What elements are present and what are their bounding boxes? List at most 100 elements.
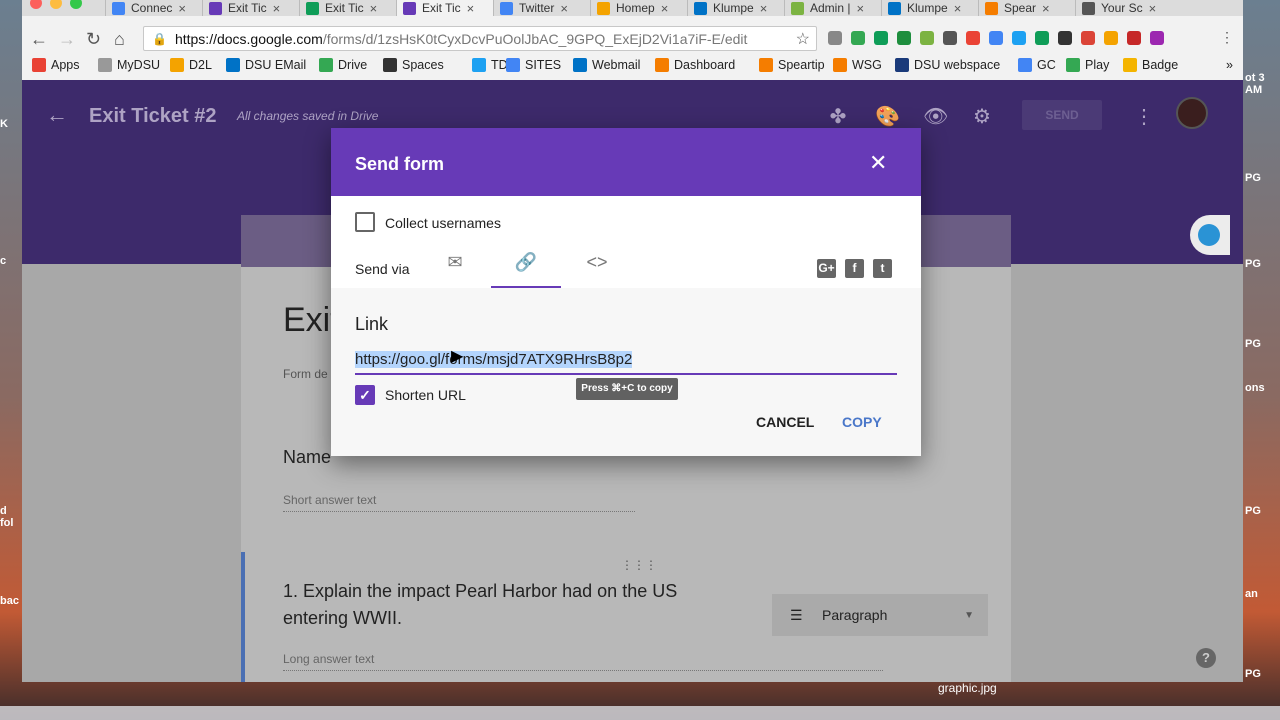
close-tab-icon[interactable]: ×: [370, 1, 378, 16]
outlook-icon: [694, 1, 707, 15]
bookmark-item[interactable]: Drive: [319, 58, 367, 72]
browser-tab[interactable]: Spear ×: [978, 0, 1075, 16]
send-via-email-tab[interactable]: ✉: [420, 252, 490, 288]
addons-puzzle-icon[interactable]: ✤: [827, 104, 849, 128]
drag-handle-icon[interactable]: ⋮⋮⋮: [621, 558, 657, 572]
extension-icon[interactable]: [989, 31, 1003, 45]
bookmark-item[interactable]: Dashboard: [655, 58, 735, 72]
extension-icon[interactable]: [966, 31, 980, 45]
twitter-icon: [472, 58, 486, 72]
question-name[interactable]: Name: [283, 447, 331, 468]
palette-icon[interactable]: 🎨: [875, 104, 900, 128]
close-tab-icon[interactable]: ×: [467, 1, 475, 16]
extension-icon[interactable]: [1012, 31, 1026, 45]
close-tab-icon[interactable]: ×: [856, 1, 864, 16]
bookmark-label: Speartip: [778, 58, 825, 72]
back-arrow-icon[interactable]: ←: [30, 29, 48, 50]
close-tab-icon[interactable]: ×: [954, 1, 962, 16]
settings-gear-icon[interactable]: ⚙: [971, 104, 993, 128]
facebook-icon[interactable]: f: [845, 259, 864, 278]
browser-tab[interactable]: Connec ×: [105, 0, 202, 16]
telegram-extension-button[interactable]: [1190, 215, 1230, 255]
minimize-window-button[interactable]: [50, 0, 62, 9]
question-text[interactable]: 1. Explain the impact Pearl Harbor had o…: [283, 578, 733, 632]
bookmark-item[interactable]: Spaces: [383, 58, 444, 72]
extension-icon[interactable]: [1104, 31, 1118, 45]
bookmark-item[interactable]: GC: [1018, 58, 1056, 72]
browser-tab[interactable]: Klumpe ×: [881, 0, 978, 16]
bookmark-item[interactable]: SITES: [506, 58, 561, 72]
more-vert-icon[interactable]: ⋮: [1133, 104, 1155, 128]
cancel-button[interactable]: CANCEL: [756, 414, 814, 430]
reload-icon[interactable]: ↻: [86, 29, 101, 50]
home-icon[interactable]: ⌂: [114, 29, 125, 50]
extension-icon[interactable]: [1035, 31, 1049, 45]
close-tab-icon[interactable]: ×: [178, 1, 186, 16]
back-arrow-icon[interactable]: ←: [46, 102, 68, 128]
close-tab-icon[interactable]: ×: [1042, 1, 1050, 16]
form-title[interactable]: Exit Ticket #2: [89, 105, 216, 128]
link-url-field[interactable]: https://goo.gl/forms/msjd7ATX9RHrsB8p2: [355, 351, 897, 375]
shorten-url-checkbox[interactable]: ✓: [355, 385, 375, 405]
browser-tab[interactable]: Exit Tic ×: [299, 0, 396, 16]
close-tab-icon[interactable]: ×: [273, 1, 281, 16]
bookmark-star-icon[interactable]: ☆: [796, 29, 810, 49]
extension-icon[interactable]: [943, 31, 957, 45]
bookmark-item[interactable]: Badge: [1123, 58, 1178, 72]
browser-tab[interactable]: Exit Tic ×: [202, 0, 299, 16]
star-icon: [597, 1, 610, 15]
forward-arrow-icon[interactable]: →: [58, 29, 76, 50]
address-bar[interactable]: 🔒 https://docs.google.com/forms/d/1zsHsK…: [143, 26, 817, 51]
extension-icon[interactable]: [1127, 31, 1141, 45]
more-bookmarks-icon[interactable]: »: [1226, 58, 1233, 72]
question-type-select[interactable]: ☰ Paragraph ▼: [772, 594, 988, 636]
blogger-icon: [655, 58, 669, 72]
close-window-button[interactable]: [30, 0, 42, 9]
browser-tab[interactable]: Klumpe ×: [687, 0, 784, 16]
extension-icon[interactable]: [897, 31, 911, 45]
bookmark-item[interactable]: Webmail: [573, 58, 640, 72]
extension-icon[interactable]: [1081, 31, 1095, 45]
bookmark-item[interactable]: TD: [472, 58, 508, 72]
close-tab-icon[interactable]: ×: [760, 1, 768, 16]
extension-icon[interactable]: [851, 31, 865, 45]
preview-eye-icon[interactable]: 👁: [923, 104, 948, 128]
desktop-text-snippet: PG: [1245, 505, 1261, 517]
question-card[interactable]: ⋮⋮⋮ 1. Explain the impact Pearl Harbor h…: [241, 552, 1011, 682]
extension-icon[interactable]: [920, 31, 934, 45]
desktop-file-label[interactable]: graphic.jpg: [938, 681, 997, 695]
close-tab-icon[interactable]: ×: [1149, 1, 1157, 16]
bookmark-item[interactable]: Speartip: [759, 58, 825, 72]
browser-tab[interactable]: Twitter ×: [493, 0, 590, 16]
close-tab-icon[interactable]: ×: [661, 1, 669, 16]
form-description[interactable]: Form de: [283, 367, 328, 381]
browser-menu-icon[interactable]: ⋮: [1220, 29, 1234, 45]
close-icon[interactable]: ✕: [869, 150, 887, 176]
close-tab-icon[interactable]: ×: [560, 1, 568, 16]
bookmark-item[interactable]: Apps: [32, 58, 80, 72]
send-via-embed-tab[interactable]: <>: [562, 252, 632, 288]
browser-tab[interactable]: Your Sc ×: [1075, 0, 1172, 16]
extension-icon[interactable]: [874, 31, 888, 45]
bookmark-item[interactable]: WSG: [833, 58, 882, 72]
bookmark-item[interactable]: Play: [1066, 58, 1109, 72]
extension-icon[interactable]: [1150, 31, 1164, 45]
send-button[interactable]: SEND: [1022, 100, 1102, 130]
browser-tab[interactable]: Exit Tic ×: [396, 0, 493, 16]
collect-usernames-checkbox[interactable]: [355, 212, 375, 232]
bookmark-item[interactable]: D2L: [170, 58, 212, 72]
browser-tab[interactable]: Homep ×: [590, 0, 687, 16]
browser-tab[interactable]: Admin | ×: [784, 0, 881, 16]
twitter-icon[interactable]: t: [873, 259, 892, 278]
bookmark-item[interactable]: DSU webspace: [895, 58, 1000, 72]
extension-icon[interactable]: [828, 31, 842, 45]
maximize-window-button[interactable]: [70, 0, 82, 9]
google-plus-icon[interactable]: G+: [817, 259, 836, 278]
help-icon[interactable]: ?: [1196, 648, 1216, 668]
copy-button[interactable]: COPY: [842, 414, 882, 430]
extension-icon[interactable]: [1058, 31, 1072, 45]
bookmark-item[interactable]: DSU EMail: [226, 58, 306, 72]
send-via-link-tab[interactable]: 🔗: [491, 252, 561, 288]
avatar[interactable]: [1176, 97, 1208, 129]
bookmark-item[interactable]: MyDSU: [98, 58, 160, 72]
